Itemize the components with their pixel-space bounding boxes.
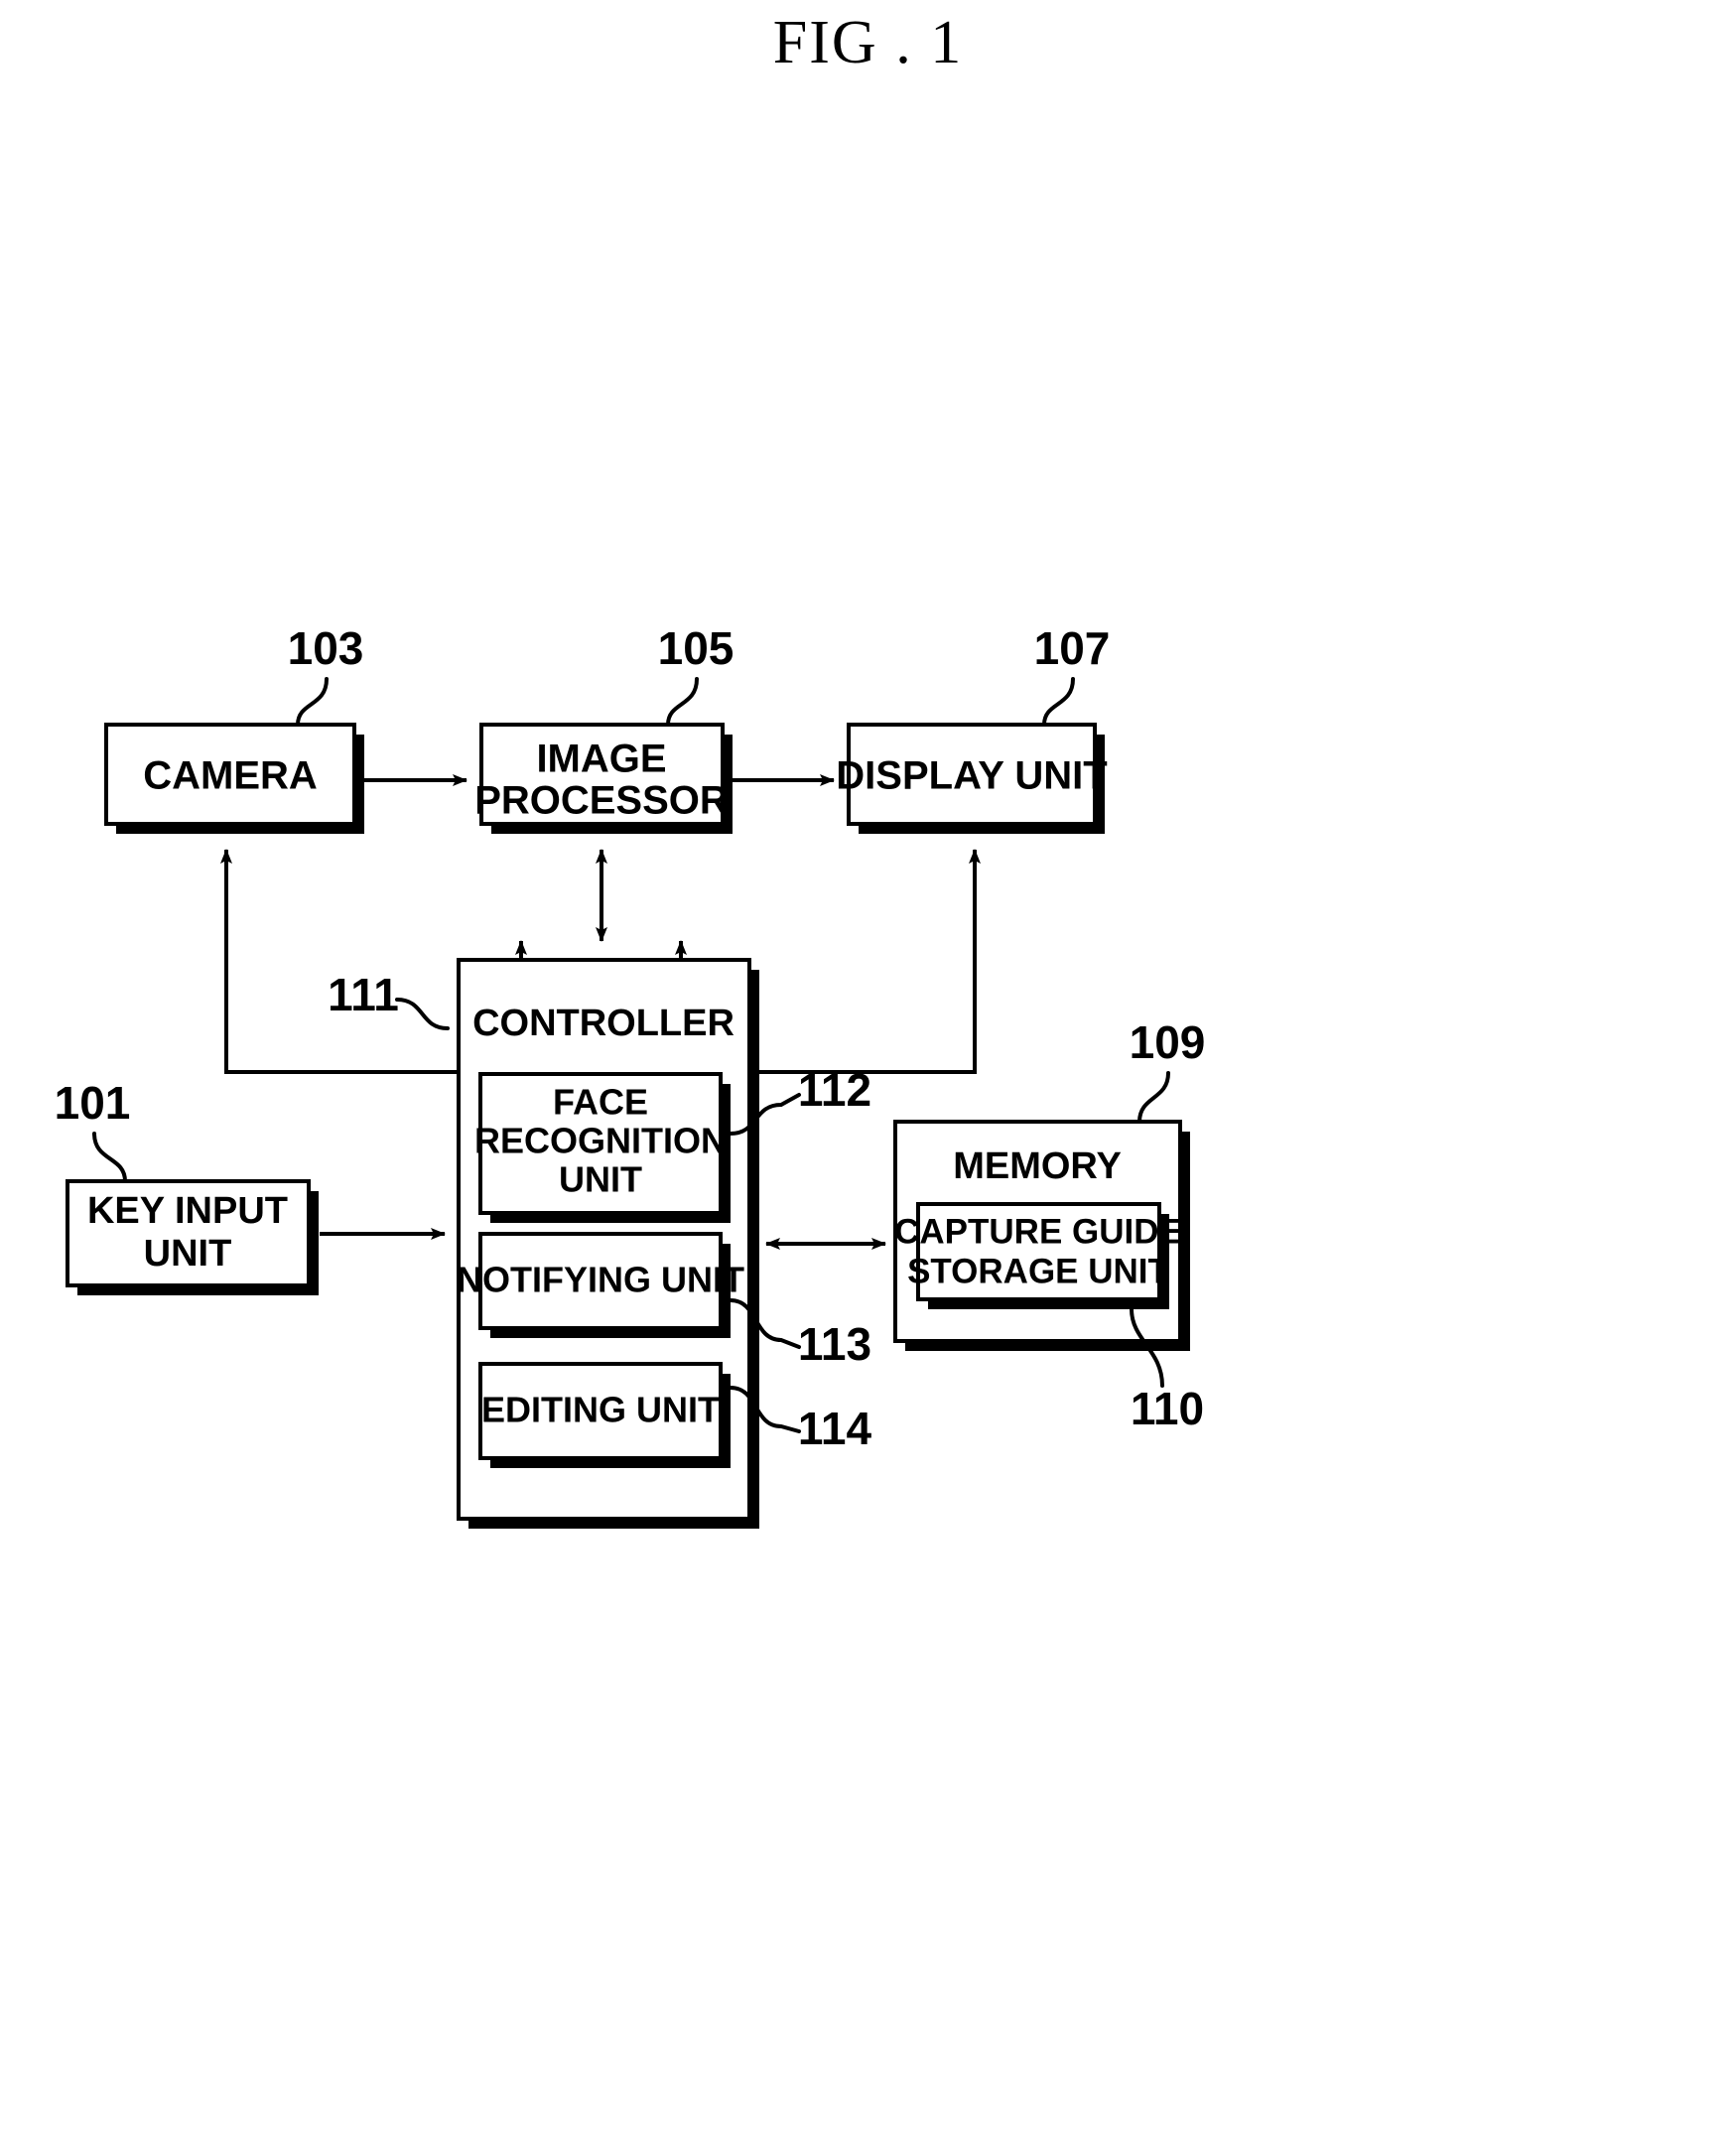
leader-line-103 [296,677,329,727]
notifying-unit-label: NOTIFYING UNIT [457,1260,744,1300]
leader-line-111 [395,998,450,1030]
key-input-unit-label-line1: KEY INPUT [87,1190,288,1232]
block-editing-unit[interactable]: EDITING UNIT [478,1362,731,1468]
ref-number-103: 103 [288,622,364,674]
block-display-unit[interactable]: DISPLAY UNIT [836,723,1108,834]
ref-number-111: 111 [328,969,399,1020]
editing-unit-label: EDITING UNIT [481,1390,720,1430]
ref-101-group: 101 [55,1077,131,1183]
leader-line-105 [666,677,699,727]
leader-line-101 [92,1132,127,1183]
block-capture-guide-storage-unit[interactable]: CAPTURE GUIDE STORAGE UNIT [894,1202,1182,1309]
block-camera[interactable]: CAMERA [104,723,364,834]
block-notifying-unit[interactable]: NOTIFYING UNIT [457,1232,744,1338]
ref-107-group: 107 [1034,622,1111,727]
leader-line-109 [1137,1071,1170,1124]
ref-number-105: 105 [658,622,734,674]
camera-label: CAMERA [143,754,318,798]
block-diagram: CAMERA 103 IMAGE PROCESSOR 105 DISPLAY U… [55,622,1206,1529]
face-recognition-unit-label-line2: RECOGNITION [474,1121,727,1161]
ref-105-group: 105 [658,622,734,727]
memory-label: MEMORY [953,1145,1122,1187]
face-recognition-unit-label-line1: FACE [553,1082,648,1123]
leader-line-107 [1042,677,1075,727]
ref-number-114: 114 [798,1403,872,1454]
controller-label: CONTROLLER [472,1003,734,1044]
display-unit-label: DISPLAY UNIT [836,754,1107,798]
ref-109-group: 109 [1130,1016,1206,1124]
ref-number-107: 107 [1034,622,1111,674]
block-key-input-unit[interactable]: KEY INPUT UNIT [66,1179,319,1295]
ref-number-112: 112 [798,1064,871,1116]
capture-guide-storage-unit-label-line2: STORAGE UNIT [907,1252,1169,1290]
ref-103-group: 103 [288,622,364,727]
figure-page: FIG . 1 CAMERA 103 IMAGE PROCESSOR 105 D… [0,0,1736,2151]
ref-number-110: 110 [1131,1383,1204,1434]
ref-111-group: 111 [328,969,450,1030]
block-face-recognition-unit[interactable]: FACE RECOGNITION UNIT [474,1072,731,1223]
image-processor-label-line1: IMAGE [536,738,666,781]
ref-number-101: 101 [55,1077,131,1129]
image-processor-label-line2: PROCESSOR [474,779,729,823]
face-recognition-unit-label-line3: UNIT [559,1159,642,1200]
ref-number-113: 113 [798,1318,871,1370]
key-input-unit-label-line2: UNIT [144,1233,232,1275]
block-image-processor[interactable]: IMAGE PROCESSOR [474,723,733,834]
ref-number-109: 109 [1130,1016,1206,1068]
capture-guide-storage-unit-label-line1: CAPTURE GUIDE [894,1212,1182,1251]
